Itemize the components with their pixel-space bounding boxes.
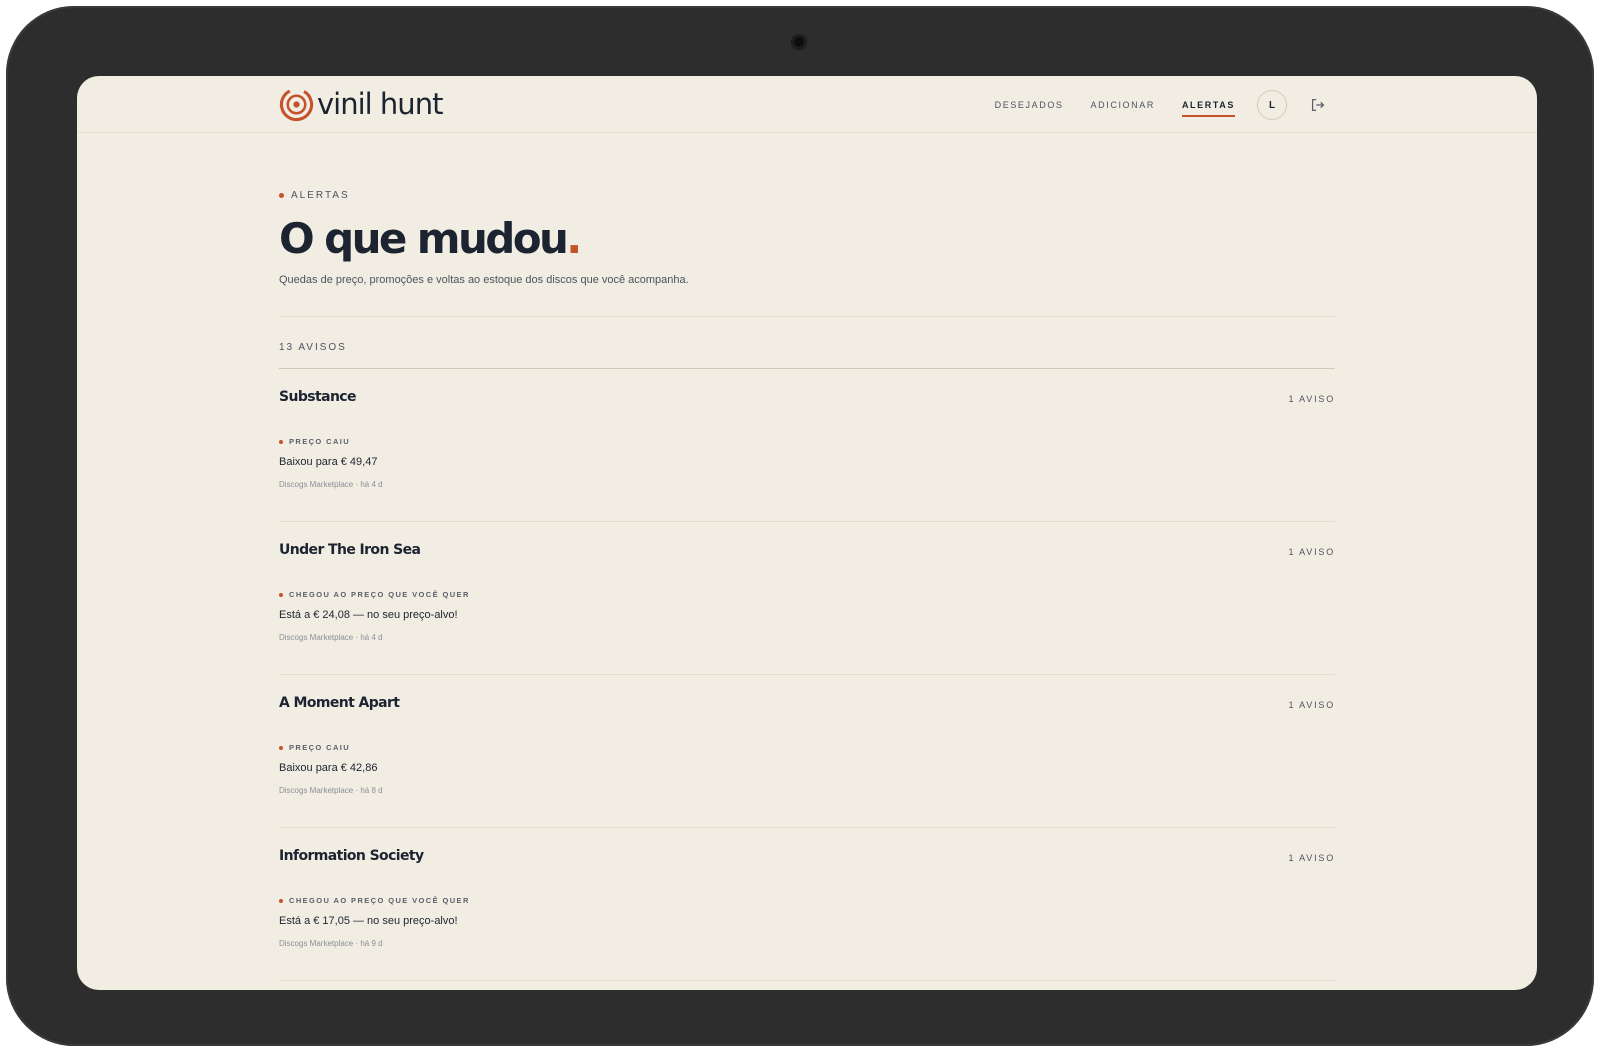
page-title-dot: .	[566, 214, 582, 263]
alert-type-label: CHEGOU AO PREÇO QUE VOCÊ QUER	[289, 896, 470, 905]
user-avatar[interactable]: L	[1257, 90, 1287, 120]
camera	[791, 34, 807, 50]
alert-meta: Discogs Marketplace · há 4 d	[279, 633, 383, 642]
accent-dot	[279, 193, 284, 198]
alert-dot	[279, 745, 283, 750]
alert-count-badge: 1 AVISO	[1288, 394, 1335, 404]
nav-desejados[interactable]: DESEJADOS	[995, 94, 1064, 116]
alert-message: Está a € 17,05 — no seu preço-alvo!	[279, 915, 458, 927]
alert-type: PREÇO CAIU	[279, 437, 350, 446]
brand-name: vinil hunt	[317, 86, 443, 121]
page-title: O que mudou.	[279, 215, 1335, 263]
alert-type: PREÇO CAIU	[279, 743, 350, 752]
alert-group[interactable]: Under The Iron Sea 1 AVISO CHEGOU AO PRE…	[279, 522, 1335, 675]
record-title[interactable]: Under The Iron Sea	[279, 542, 421, 558]
record-title[interactable]: A Moment Apart	[279, 695, 400, 711]
alert-message: Baixou para € 49,47	[279, 456, 378, 468]
app-screen: vinil hunt DESEJADOS ADICIONAR ALERTAS L…	[77, 76, 1537, 990]
section-eyebrow: ALERTAS	[279, 190, 1335, 201]
vinyl-record-icon	[279, 87, 314, 121]
record-title[interactable]: Information Society	[279, 848, 424, 864]
alert-type-label: PREÇO CAIU	[289, 437, 351, 446]
logout-icon[interactable]	[1309, 96, 1327, 114]
alert-meta: Discogs Marketplace · há 4 d	[279, 480, 383, 489]
alerts-count: 13 AVISOS	[279, 342, 347, 353]
alert-group[interactable]: Substance 1 AVISO PREÇO CAIU Baixou para…	[279, 369, 1335, 522]
alerts-page: ALERTAS O que mudou. Quedas de preço, pr…	[279, 133, 1335, 981]
main-nav: DESEJADOS ADICIONAR ALERTAS L	[968, 90, 1327, 120]
nav-adicionar[interactable]: ADICIONAR	[1091, 94, 1155, 116]
alert-meta: Discogs Marketplace · há 8 d	[279, 786, 383, 795]
alert-group[interactable]: A Moment Apart 1 AVISO PREÇO CAIU Baixou…	[279, 675, 1335, 828]
divider	[279, 316, 1335, 317]
alert-type: CHEGOU AO PREÇO QUE VOCÊ QUER	[279, 590, 470, 599]
alert-type: CHEGOU AO PREÇO QUE VOCÊ QUER	[279, 896, 470, 905]
top-navbar: vinil hunt DESEJADOS ADICIONAR ALERTAS L	[77, 76, 1537, 133]
alert-dot	[279, 592, 283, 597]
record-title[interactable]: Substance	[279, 389, 357, 405]
alert-message: Baixou para € 42,86	[279, 762, 378, 774]
alert-message: Está a € 24,08 — no seu preço-alvo!	[279, 609, 458, 621]
alert-count-badge: 1 AVISO	[1288, 547, 1335, 557]
alert-type-label: PREÇO CAIU	[289, 743, 351, 752]
brand-logo[interactable]: vinil hunt	[279, 86, 443, 122]
alerts-list: Substance 1 AVISO PREÇO CAIU Baixou para…	[279, 369, 1335, 981]
alert-count-badge: 1 AVISO	[1288, 700, 1335, 710]
page-subtitle: Quedas de preço, promoções e voltas ao e…	[279, 274, 689, 286]
alert-dot	[279, 898, 283, 903]
alert-count-badge: 1 AVISO	[1288, 853, 1335, 863]
page-title-text: O que mudou	[279, 214, 569, 263]
nav-alertas[interactable]: ALERTAS	[1181, 94, 1236, 117]
alert-group[interactable]: Information Society 1 AVISO CHEGOU AO PR…	[279, 828, 1335, 981]
eyebrow-label: ALERTAS	[291, 190, 350, 201]
alert-type-label: CHEGOU AO PREÇO QUE VOCÊ QUER	[289, 590, 470, 599]
tablet-frame: vinil hunt DESEJADOS ADICIONAR ALERTAS L…	[6, 6, 1594, 1046]
alert-dot	[279, 439, 283, 444]
alert-meta: Discogs Marketplace · há 9 d	[279, 939, 383, 948]
